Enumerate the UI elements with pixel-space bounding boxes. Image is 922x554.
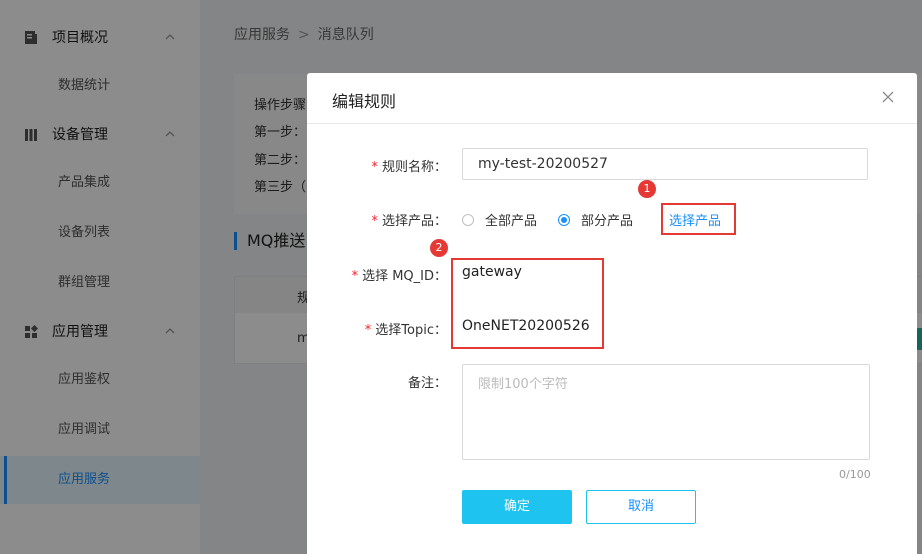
cancel-button[interactable]: 取消 [586, 490, 696, 524]
product-label: * 选择产品： [307, 210, 447, 229]
radio-all-products[interactable]: 全部产品 [462, 210, 537, 229]
radio-partial-products[interactable]: 部分产品 [558, 210, 633, 229]
mq-id-label-text: 选择 MQ_ID： [362, 269, 447, 284]
required-mark: * [351, 269, 359, 284]
radio-selected-icon [558, 213, 570, 226]
required-mark: * [364, 323, 372, 338]
rule-name-label-text: 规则名称： [381, 160, 447, 175]
annotation-badge: 1 [638, 180, 656, 198]
mq-id-value[interactable]: gateway [462, 264, 522, 280]
product-label-text: 选择产品： [381, 214, 447, 229]
rule-name-label: * 规则名称： [307, 156, 447, 175]
radio-label: 全部产品 [485, 214, 538, 229]
close-icon[interactable] [881, 90, 895, 104]
note-textarea[interactable] [462, 364, 870, 460]
note-label: 备注： [407, 376, 447, 391]
confirm-button[interactable]: 确定 [462, 490, 572, 524]
radio-circle-icon [462, 213, 474, 226]
radio-label: 部分产品 [581, 214, 634, 229]
character-counter: 0/100 [839, 468, 871, 481]
dialog-title: 编辑规则 [332, 92, 397, 111]
edit-rule-dialog: 编辑规则 * 规则名称： my-test-20200527 * 选择产品： 全部产品… [307, 73, 917, 554]
topic-value[interactable]: OneNET20200526 [462, 318, 590, 334]
rule-name-input[interactable]: my-test-20200527 [462, 148, 868, 180]
annotation-badge: 2 [430, 239, 448, 257]
required-mark: * [371, 214, 378, 229]
dialog-header: 编辑规则 [307, 73, 917, 124]
select-product-link[interactable]: 选择产品 [669, 210, 721, 229]
required-mark: * [371, 160, 378, 175]
topic-label: * 选择Topic： [307, 319, 447, 338]
mq-id-label: * 选择 MQ_ID： [307, 265, 447, 284]
topic-label-text: 选择Topic： [375, 323, 447, 338]
